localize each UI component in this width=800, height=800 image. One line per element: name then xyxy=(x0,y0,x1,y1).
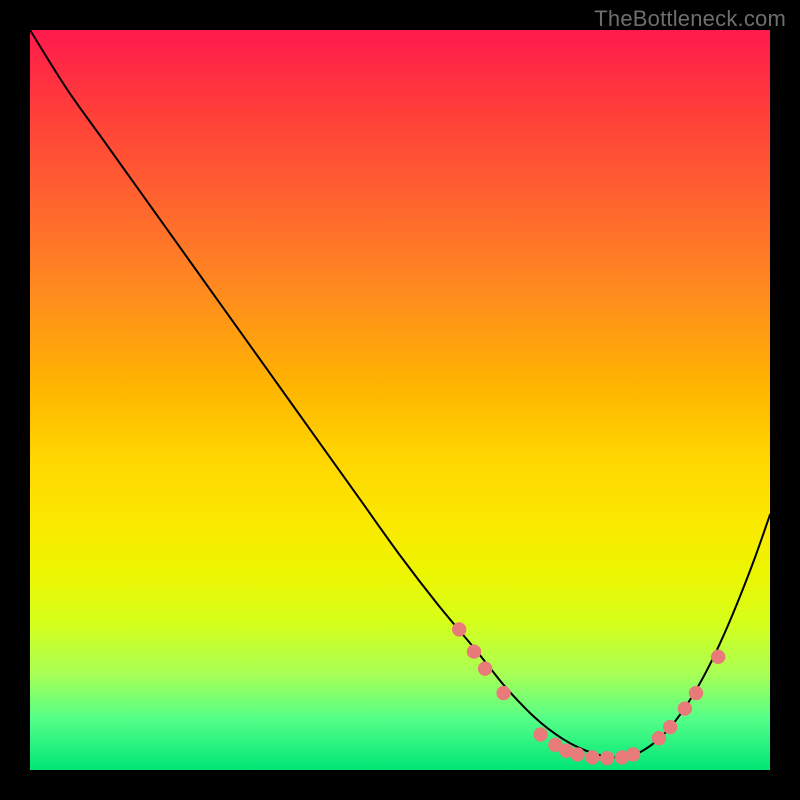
marker-point xyxy=(497,686,511,700)
watermark-text: TheBottleneck.com xyxy=(594,6,786,32)
marker-point xyxy=(689,686,703,700)
plot-frame xyxy=(30,30,770,770)
bottleneck-curve xyxy=(30,30,770,758)
marker-point xyxy=(711,650,725,664)
plot-svg xyxy=(30,30,770,770)
marker-point xyxy=(571,747,585,761)
marker-point xyxy=(626,747,640,761)
marker-point xyxy=(478,662,492,676)
marker-point xyxy=(600,751,614,765)
marker-point xyxy=(467,645,481,659)
marker-point xyxy=(452,622,466,636)
marker-point xyxy=(534,727,548,741)
marker-point xyxy=(663,720,677,734)
marker-point xyxy=(678,702,692,716)
marker-group xyxy=(452,622,725,765)
marker-point xyxy=(652,731,666,745)
marker-point xyxy=(585,750,599,764)
